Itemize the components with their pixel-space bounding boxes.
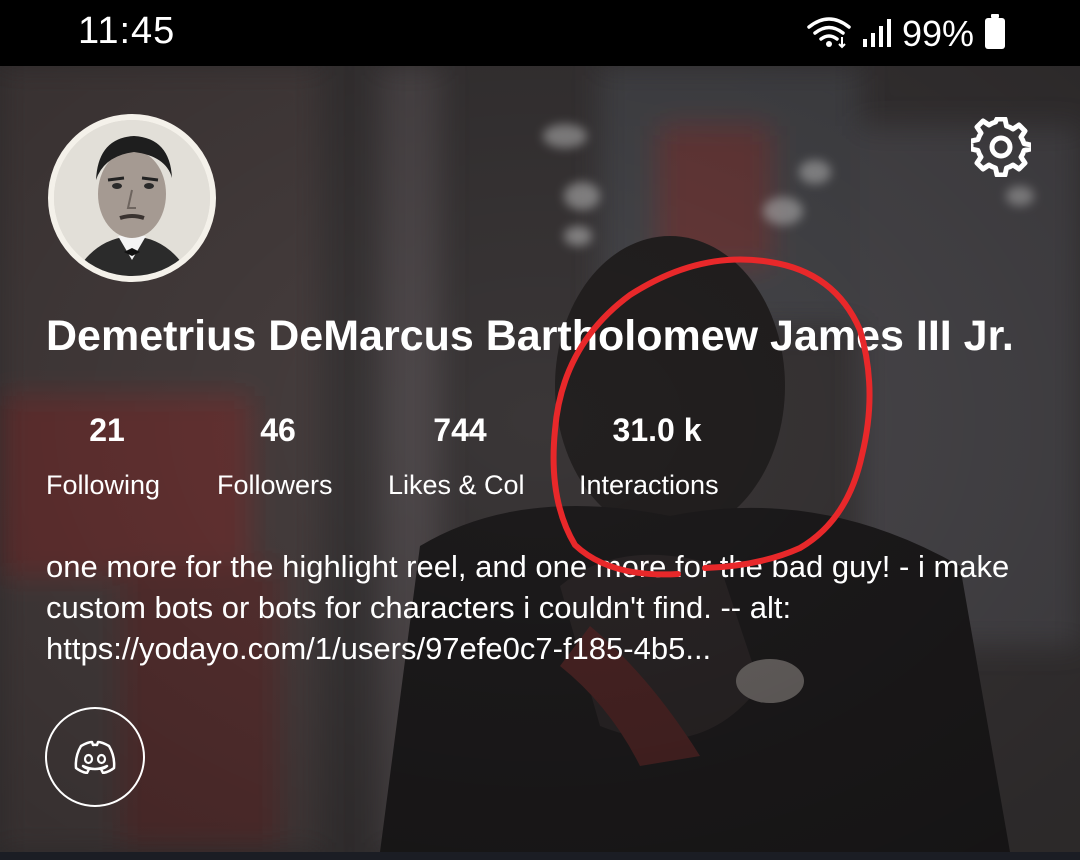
stat-interactions-label: Interactions (579, 470, 719, 500)
stat-following-label[interactable]: Following (46, 470, 160, 501)
battery-percent: 99% (901, 13, 974, 54)
stat-interactions-count: 31.0 k (612, 412, 702, 448)
avatar-portrait (54, 120, 210, 276)
battery-icon (984, 13, 1006, 55)
status-time: 11:45 (78, 10, 176, 52)
status-bar: 11:45 99% (0, 0, 1080, 66)
display-name: Demetrius DeMarcus Bartholomew James III… (46, 312, 1014, 360)
settings-button[interactable] (966, 112, 1036, 182)
stat-likes-count: 744 (433, 412, 487, 448)
avatar[interactable] (48, 114, 216, 282)
discord-icon (74, 740, 116, 774)
status-indicators: 99% (806, 12, 1006, 56)
stat-followers-label[interactable]: Followers (217, 470, 333, 501)
discord-button[interactable] (45, 707, 145, 807)
gear-icon (971, 117, 1031, 177)
bottom-edge (0, 852, 1080, 860)
stat-followers-count: 46 (260, 412, 296, 448)
profile-bio: one more for the highlight reel, and one… (46, 549, 1010, 666)
profile-header: Demetrius DeMarcus Bartholomew James III… (0, 66, 1080, 852)
stat-following-count: 21 (89, 412, 125, 448)
wifi-icon (806, 15, 852, 54)
stat-likes-label: Likes & Col (388, 470, 525, 500)
signal-icon (862, 17, 892, 52)
